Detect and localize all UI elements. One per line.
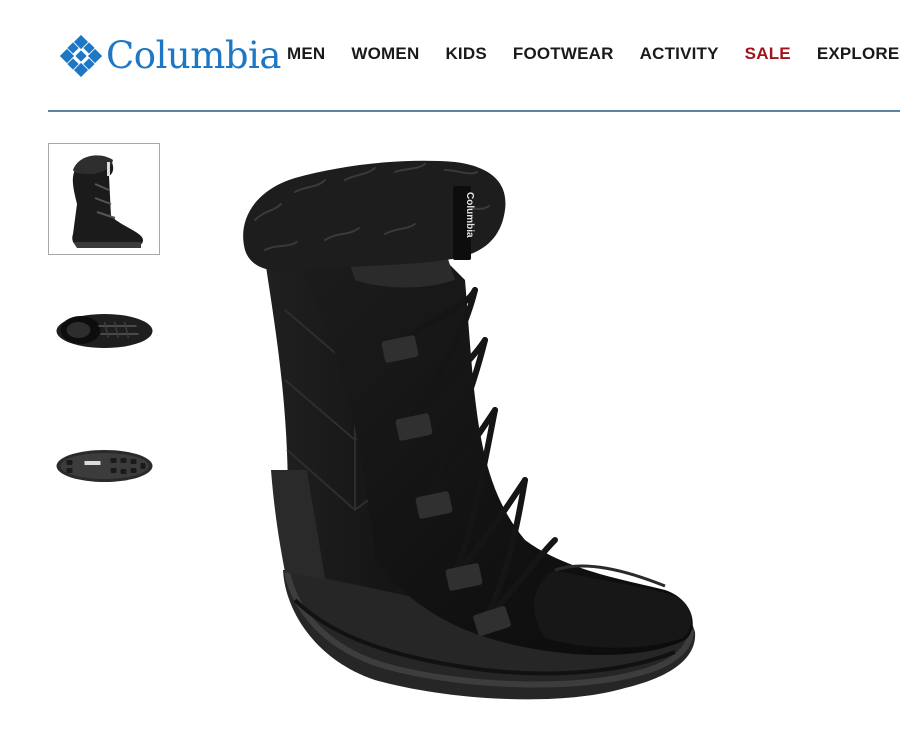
site-header: Columbia MEN WOMEN KIDS FOOTWEAR ACTIVIT… [0, 0, 900, 112]
boot-top-thumbnail-icon [56, 314, 153, 348]
nav-item-explore[interactable]: EXPLORE CC [817, 42, 900, 66]
nav-item-kids[interactable]: KIDS [445, 42, 486, 66]
brand-logo[interactable]: Columbia [60, 34, 281, 78]
nav-item-men[interactable]: MEN [287, 42, 325, 66]
boot-sole-thumbnail-icon [56, 450, 153, 482]
columbia-diamond-logo-icon [60, 35, 102, 77]
brand-name: Columbia [106, 34, 281, 77]
boot-side-thumbnail-icon [72, 155, 143, 248]
nav-item-women[interactable]: WOMEN [351, 42, 419, 66]
nav-item-footwear[interactable]: FOOTWEAR [513, 42, 614, 66]
nav-item-activity[interactable]: ACTIVITY [640, 42, 719, 66]
thumbnail-sole-view[interactable] [48, 411, 159, 521]
product-main-image[interactable]: Columbia [225, 140, 725, 720]
boot-tag-brand-text: Columbia [464, 192, 475, 238]
thumbnail-top-view[interactable] [48, 276, 159, 386]
header-divider [48, 110, 900, 112]
nav-item-sale[interactable]: SALE [745, 42, 791, 66]
winter-boot-image: Columbia [243, 160, 696, 700]
main-nav: MEN WOMEN KIDS FOOTWEAR ACTIVITY SALE EX… [287, 42, 900, 66]
thumbnail-side-view[interactable] [48, 143, 160, 255]
